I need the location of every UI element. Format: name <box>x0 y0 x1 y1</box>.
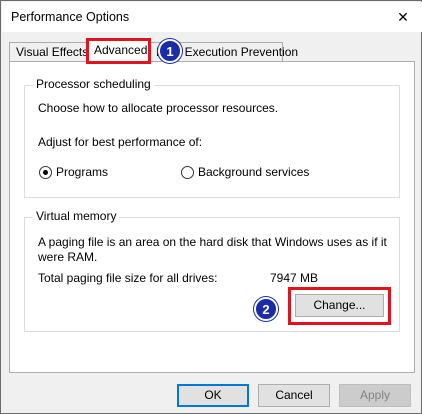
change-button[interactable]: Change... <box>295 294 384 317</box>
programs-label[interactable]: Programs <box>56 165 108 179</box>
ok-button[interactable]: OK <box>177 384 249 407</box>
virtual-memory-description-1: A paging file is an area on the hard dis… <box>38 235 387 249</box>
background-services-label[interactable]: Background services <box>198 165 309 179</box>
apply-button[interactable]: Apply <box>339 384 411 407</box>
cancel-button[interactable]: Cancel <box>258 384 330 407</box>
step-2-badge: 2 <box>254 297 278 321</box>
total-paging-value: 7947 MB <box>270 271 319 285</box>
window-title: Performance Options <box>11 10 130 24</box>
virtual-memory-description-2: were RAM. <box>38 250 98 264</box>
title-bar: Performance Options ✕ <box>2 2 422 32</box>
processor-description: Choose how to allocate processor resourc… <box>38 101 279 115</box>
close-icon[interactable]: ✕ <box>390 5 416 29</box>
adjust-performance-label: Adjust for best performance of: <box>38 135 203 149</box>
radio-selected-dot <box>43 170 48 175</box>
programs-radio[interactable] <box>39 166 52 179</box>
virtual-memory-legend: Virtual memory <box>33 209 120 223</box>
tab-strip: Visual Effects Advanced Data Execution P… <box>9 40 415 63</box>
processor-scheduling-group: Processor scheduling Choose how to alloc… <box>24 77 400 198</box>
background-services-radio[interactable] <box>181 166 194 179</box>
processor-scheduling-legend: Processor scheduling <box>33 77 154 91</box>
total-paging-label: Total paging file size for all drives: <box>38 271 218 285</box>
tab-visual-effects[interactable]: Visual Effects <box>9 42 88 62</box>
advanced-tab-panel: Processor scheduling Choose how to alloc… <box>9 61 415 373</box>
performance-options-dialog: Performance Options ✕ Visual Effects Adv… <box>0 0 422 414</box>
step-1-badge: 1 <box>158 39 182 63</box>
tab-advanced[interactable]: Advanced <box>87 40 149 63</box>
